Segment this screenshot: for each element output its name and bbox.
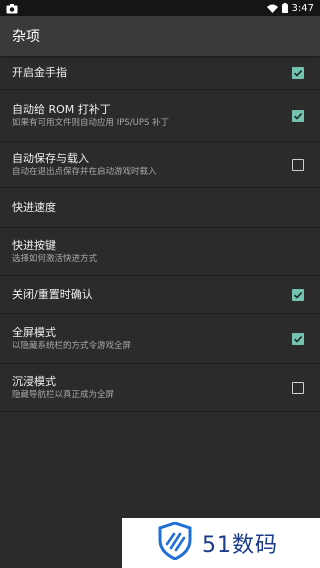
setting-summary: 自动在退出点保存并在启动游戏时载入 xyxy=(12,166,157,177)
page-title: 杂项 xyxy=(12,29,40,45)
checkbox-checked[interactable] xyxy=(292,288,304,301)
check-icon xyxy=(293,291,303,299)
wifi-icon xyxy=(266,4,278,13)
screenshot-icon xyxy=(6,0,18,18)
checkbox-checked[interactable] xyxy=(292,109,304,122)
setting-title: 全屏模式 xyxy=(12,325,56,339)
shield-logo-icon xyxy=(158,521,192,564)
checkbox-unchecked[interactable] xyxy=(292,158,304,171)
setting-summary: 选择如何激活快进方式 xyxy=(12,253,98,264)
app-bar: 杂项 xyxy=(0,16,320,56)
checkbox-checked[interactable] xyxy=(292,332,304,345)
watermark-text: 51数码 xyxy=(202,533,278,558)
setting-confirm[interactable]: 关闭/重置时确认 xyxy=(0,276,320,314)
setting-title: 关闭/重置时确认 xyxy=(12,287,93,301)
check-icon xyxy=(293,69,303,77)
setting-fullscreen[interactable]: 全屏模式 以隐藏系统栏的方式令游戏全屏 xyxy=(0,314,320,364)
check-icon xyxy=(293,335,303,343)
setting-summary: 以隐藏系统栏的方式令游戏全屏 xyxy=(12,340,132,351)
settings-list: 开启金手指 自动给 ROM 打补丁 如果有可用文件则自动应用 IPS/UPS 补… xyxy=(0,56,320,412)
watermark: 51数码 xyxy=(122,518,320,568)
checkbox-checked[interactable] xyxy=(292,66,304,79)
setting-summary: 如果有可用文件则自动应用 IPS/UPS 补丁 xyxy=(12,117,170,128)
setting-immersive[interactable]: 沉浸模式 隐藏导航栏以真正成为全屏 xyxy=(0,364,320,412)
setting-title: 快进速度 xyxy=(12,200,56,214)
setting-title: 开启金手指 xyxy=(12,65,67,79)
setting-title: 自动给 ROM 打补丁 xyxy=(12,102,111,116)
checkbox-unchecked[interactable] xyxy=(292,381,304,394)
battery-icon xyxy=(281,3,288,13)
setting-title: 自动保存与载入 xyxy=(12,151,89,165)
setting-ff-key[interactable]: 快进按键 选择如何激活快进方式 xyxy=(0,228,320,276)
setting-auto-save[interactable]: 自动保存与载入 自动在退出点保存并在启动游戏时载入 xyxy=(0,142,320,188)
setting-title: 沉浸模式 xyxy=(12,374,56,388)
setting-auto-patch[interactable]: 自动给 ROM 打补丁 如果有可用文件则自动应用 IPS/UPS 补丁 xyxy=(0,90,320,142)
setting-summary: 隐藏导航栏以真正成为全屏 xyxy=(12,389,115,400)
status-time: 3:47 xyxy=(291,2,314,14)
setting-ff-speed[interactable]: 快进速度 xyxy=(0,188,320,228)
check-icon xyxy=(293,112,303,120)
setting-cheats[interactable]: 开启金手指 xyxy=(0,56,320,90)
status-bar: 3:47 xyxy=(0,0,320,16)
setting-title: 快进按键 xyxy=(12,238,56,252)
